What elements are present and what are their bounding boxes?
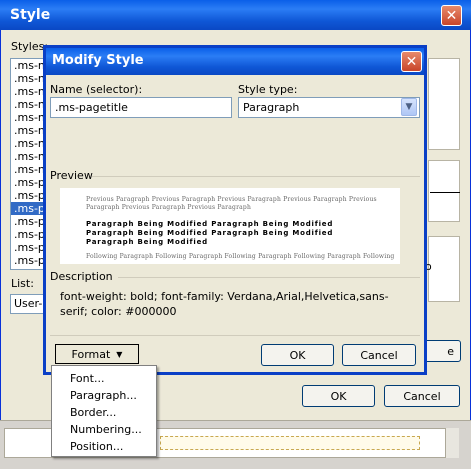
bg-side-button-label: e (447, 344, 454, 358)
preview-previous-text-2: Paragraph Previous Paragraph Previous Pa… (86, 204, 252, 211)
bg-ok-label: OK (330, 389, 347, 403)
style-list-item[interactable]: .ms-n (11, 124, 45, 137)
list-select[interactable]: User- (10, 294, 46, 314)
modify-style-dialog: Modify Style ✕ Name (selector): .ms-page… (43, 45, 427, 375)
style-list-item[interactable]: .ms-n (11, 111, 45, 124)
style-window-titlebar[interactable]: Style (0, 0, 471, 30)
style-list-item[interactable]: .ms-p (11, 176, 45, 189)
preview-following-text: Following Paragraph Following Paragraph … (86, 253, 396, 260)
style-list-item[interactable]: .ms-p (11, 254, 45, 267)
editor-scrollbar[interactable] (445, 428, 459, 458)
list-label: List: (11, 277, 34, 290)
modify-ok-button[interactable]: OK (261, 344, 334, 366)
preview-modified-line-2: Paragraph Being Modified Paragraph Being… (86, 229, 334, 237)
bg-frame-bottom (428, 236, 460, 302)
preview-previous-text: Previous Paragraph Previous Paragraph Pr… (86, 196, 377, 203)
style-list-item[interactable]: .ms-p (11, 241, 45, 254)
bg-frame-middle (428, 160, 460, 222)
format-label: Format (71, 347, 111, 361)
modify-ok-label: OK (289, 348, 306, 362)
bg-frame-line (430, 192, 460, 193)
modify-cancel-label: Cancel (360, 348, 398, 362)
style-list-item[interactable]: .ms-p (11, 189, 45, 202)
style-list-item[interactable]: .ms-p (11, 215, 45, 228)
preview-divider (92, 176, 420, 177)
style-list-item[interactable]: .ms-n (11, 59, 45, 72)
style-list-item[interactable]: .ms-n (11, 98, 45, 111)
menu-item-border[interactable]: Border... (70, 406, 116, 419)
style-list-item[interactable]: .ms-n (11, 137, 45, 150)
modify-style-title: Modify Style (52, 53, 144, 68)
editor-highlight (160, 436, 420, 450)
description-divider (118, 277, 420, 278)
modify-cancel-button[interactable]: Cancel (342, 344, 416, 366)
menu-item-position[interactable]: Position... (70, 440, 123, 453)
chevron-down-icon: ▼ (116, 349, 123, 359)
description-text: font-weight: bold; font-family: Verdana,… (60, 290, 389, 318)
styles-list[interactable]: .ms-n .ms-n .ms-n .ms-n .ms-n .ms-n .ms-n .ms-n… (10, 58, 46, 270)
name-selector-input[interactable]: .ms-pagetitle (50, 97, 232, 118)
style-type-select[interactable]: Paragraph (238, 97, 420, 118)
bottom-divider (50, 335, 420, 336)
preview-modified-line-1: Paragraph Being Modified Paragraph Being… (86, 220, 334, 228)
menu-item-font[interactable]: Font... (70, 372, 104, 385)
bg-cancel-button[interactable]: Cancel (384, 385, 460, 407)
chevron-down-icon[interactable]: ▼ (401, 98, 417, 116)
name-label: Name (selector): (50, 83, 142, 96)
name-label-text: Name (selector): (50, 83, 143, 96)
bg-ok-button[interactable]: OK (302, 385, 375, 407)
style-list-item[interactable]: .ms-n (11, 72, 45, 85)
menu-item-numbering[interactable]: Numbering... (70, 423, 142, 436)
style-list-item[interactable]: .ms-p (11, 228, 45, 241)
bg-frame-top (428, 58, 460, 150)
style-list-item[interactable]: .ms-p (11, 202, 45, 215)
menu-item-paragraph[interactable]: Paragraph... (70, 389, 137, 402)
bg-cancel-label: Cancel (403, 389, 441, 403)
modify-style-close-icon[interactable]: ✕ (401, 51, 422, 72)
style-list-item[interactable]: .ms-n (11, 150, 45, 163)
style-list-item[interactable]: .ms-n (11, 85, 45, 98)
preview-box: Previous Paragraph Previous Paragraph Pr… (60, 188, 400, 264)
style-window-close-icon[interactable]: ✕ (441, 5, 462, 26)
style-type-label: Style type: (238, 83, 298, 96)
modify-style-titlebar[interactable]: Modify Style (46, 48, 424, 75)
description-label: Description (50, 270, 113, 283)
style-list-item[interactable]: .ms-n (11, 163, 45, 176)
format-button[interactable]: Format ▼ (55, 344, 139, 364)
preview-label: Preview (50, 169, 93, 182)
preview-modified-line-3: Paragraph Being Modified (86, 238, 208, 246)
style-window-title: Style (10, 7, 51, 23)
style-type-value: Paragraph (243, 101, 300, 114)
format-menu: Font... Paragraph... Border... Numbering… (51, 365, 157, 457)
